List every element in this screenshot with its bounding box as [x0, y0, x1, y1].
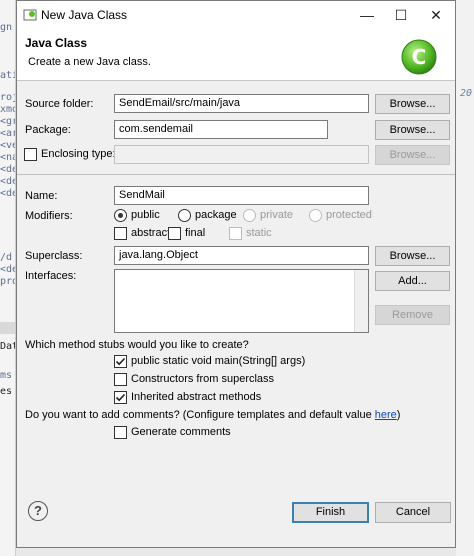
checkmark-icon [115, 393, 126, 402]
bg-code-fragment: ms [0, 370, 13, 381]
bg-code-fragment: <de [0, 176, 15, 187]
background-editor-right: 20 [456, 0, 474, 556]
package-browse-button[interactable]: Browse... [375, 120, 450, 140]
main-method-checkbox[interactable] [114, 355, 127, 368]
final-checkbox[interactable] [168, 227, 181, 240]
superclass-label: Superclass: [25, 250, 83, 262]
interfaces-list[interactable] [114, 269, 369, 333]
private-radio[interactable] [243, 209, 256, 222]
bg-code-fragment: <de [0, 188, 15, 199]
comments-question: Do you want to add comments? (Configure … [25, 409, 400, 421]
comments-question-text: Do you want to add comments? (Configure … [25, 409, 375, 421]
modifiers-label: Modifiers: [25, 210, 73, 222]
abstract-checkbox[interactable] [114, 227, 127, 240]
window-title: New Java Class [41, 8, 128, 22]
bg-code-fragment: es t [0, 386, 15, 397]
interfaces-scrollbar[interactable] [354, 270, 368, 332]
constructors-label: Constructors from superclass [131, 373, 275, 385]
bg-code-fragment: <ve [0, 140, 15, 151]
new-java-class-dialog: New Java Class — ☐ ✕ Java Class Create a… [16, 0, 456, 548]
interfaces-label: Interfaces: [25, 270, 77, 282]
add-interface-button[interactable]: Add... [375, 271, 450, 291]
bg-code-fragment: gn [0, 22, 13, 33]
generate-comments-checkbox[interactable] [114, 426, 127, 439]
bg-code-fragment: pro [0, 276, 15, 287]
inherited-abstract-label: Inherited abstract methods [131, 391, 262, 403]
private-label: private [260, 209, 294, 221]
package-label: Package: [25, 124, 71, 136]
wizard-header: Java Class Create a new Java class. C [17, 29, 455, 81]
wizard-icon-letter: C [412, 45, 427, 69]
static-label: static [246, 227, 272, 239]
minimize-button[interactable]: — [350, 1, 384, 29]
wizard-description: Create a new Java class. [28, 56, 151, 68]
protected-radio[interactable] [309, 209, 322, 222]
help-button[interactable]: ? [28, 501, 48, 521]
name-label: Name: [25, 190, 58, 202]
package-field[interactable]: com.sendemail [114, 120, 328, 139]
cancel-button[interactable]: Cancel [375, 502, 451, 523]
bg-code-fragment: <de [0, 164, 15, 175]
enclosing-type-label: Enclosing type: [41, 148, 116, 160]
separator [17, 174, 455, 175]
protected-label: protected [326, 209, 372, 221]
package-radio[interactable] [178, 209, 191, 222]
java-class-window-icon [23, 9, 37, 21]
source-folder-label: Source folder: [25, 98, 94, 110]
finish-button[interactable]: Finish [292, 502, 369, 523]
public-label: public [131, 209, 160, 221]
bg-code-fragment: <ar [0, 128, 15, 139]
public-radio[interactable] [114, 209, 127, 222]
source-folder-browse-button[interactable]: Browse... [375, 94, 450, 114]
bg-code-fragment: <na [0, 152, 15, 163]
wizard-title: Java Class [25, 36, 88, 50]
final-label: final [185, 227, 206, 239]
bg-code-fragment: ati [0, 70, 15, 81]
bg-code-fragment: 20 [460, 88, 473, 99]
remove-interface-button[interactable]: Remove [375, 305, 450, 325]
enclosing-type-field[interactable] [114, 145, 369, 164]
generate-comments-label: Generate comments [131, 426, 231, 438]
method-stubs-question: Which method stubs would you like to cre… [25, 339, 249, 351]
enclosing-type-checkbox[interactable] [24, 148, 37, 161]
main-method-label: public static void main(String[] args) [131, 355, 306, 367]
static-checkbox[interactable] [229, 227, 242, 240]
source-folder-field[interactable]: SendEmail/src/main/java [114, 94, 369, 113]
superclass-field[interactable]: java.lang.Object [114, 246, 369, 265]
superclass-browse-button[interactable]: Browse... [375, 246, 450, 266]
bg-code-fragment: roj [0, 92, 15, 103]
maximize-button[interactable]: ☐ [384, 1, 418, 29]
comments-question-end: ) [396, 409, 401, 421]
bg-code-fragment: <gr [0, 116, 15, 127]
enclosing-type-browse-button[interactable]: Browse... [375, 145, 450, 165]
java-class-wizard-icon: C [401, 39, 437, 75]
package-modifier-label: package [195, 209, 237, 221]
bg-code-fragment: <de [0, 264, 15, 275]
bg-code-fragment: xmo [0, 104, 15, 115]
title-bar[interactable]: New Java Class — ☐ ✕ [17, 1, 455, 29]
constructors-checkbox[interactable] [114, 373, 127, 386]
bg-code-fragment: /d [0, 252, 13, 263]
background-editor-gutter: gn ati roj xmo <gr <ar <ve <na <de <de <… [0, 0, 16, 556]
class-name-field[interactable]: SendMail [114, 186, 369, 205]
abstract-label: abstract [131, 227, 171, 239]
configure-templates-link[interactable]: here [375, 409, 397, 421]
inherited-abstract-checkbox[interactable] [114, 391, 127, 404]
checkmark-icon [115, 357, 126, 366]
bg-code-fragment: Dat [0, 341, 15, 352]
close-button[interactable]: ✕ [419, 1, 453, 29]
radio-selected-dot [118, 213, 123, 218]
